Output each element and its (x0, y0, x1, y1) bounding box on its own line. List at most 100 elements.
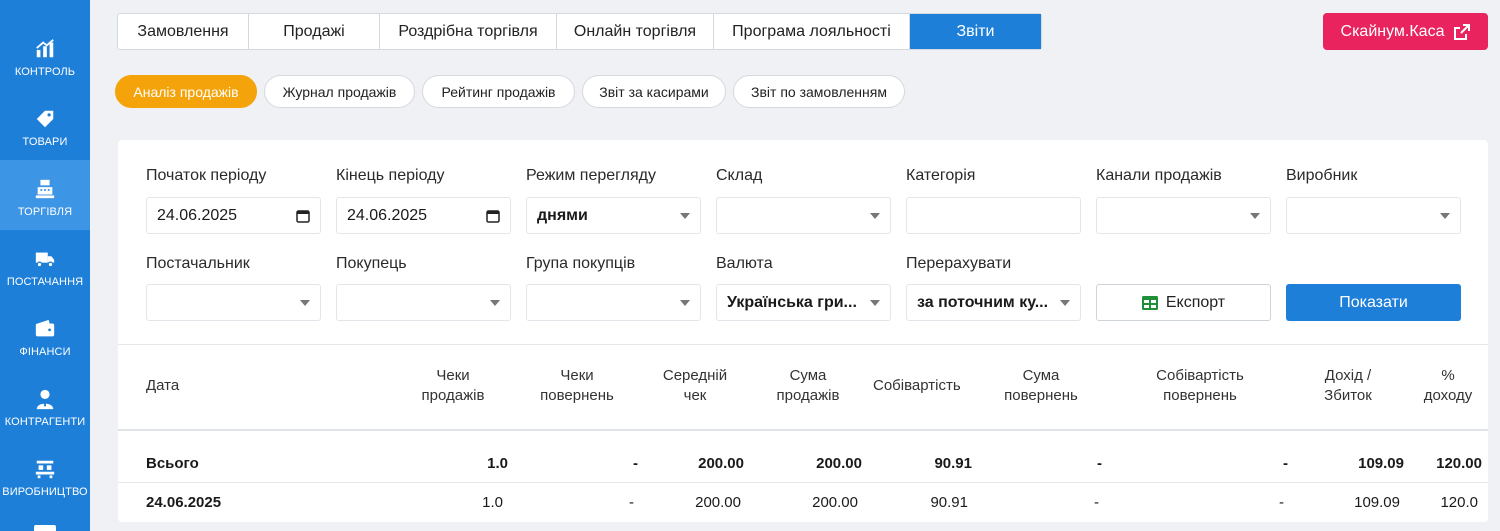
cash-register-icon (35, 179, 55, 199)
chevron-down-icon (490, 299, 500, 306)
column-header-sales-sum: Сума продажів (776, 367, 840, 404)
label-buyer: Покупець (336, 255, 407, 272)
sidebar-item-finance[interactable]: Фінанси (0, 300, 90, 370)
label-category: Категорія (906, 167, 976, 184)
label-recalc: Перерахувати (906, 255, 1012, 272)
row-date: 24.06.2025 (146, 494, 222, 511)
tab-loyalty[interactable]: Програма лояльності (714, 14, 910, 49)
label-supplier: Постачальник (146, 255, 250, 272)
more-icon (34, 525, 56, 531)
supplier-select[interactable] (146, 284, 321, 321)
column-header-avg-check: Середній чек (662, 367, 728, 404)
sidebar-item-production[interactable]: Виробництво (0, 440, 90, 510)
label-manufacturer: Виробник (1286, 167, 1358, 184)
subtab-sales-analysis[interactable]: Аналіз продажів (115, 75, 257, 108)
chevron-down-icon (1060, 299, 1070, 306)
calendar-icon (486, 209, 500, 223)
wallet-icon (35, 319, 55, 337)
total-cell: 90.91 (934, 455, 972, 472)
chevron-down-icon (1440, 212, 1450, 219)
divider (118, 344, 1488, 345)
sidebar-item-control[interactable]: Контроль (0, 20, 90, 90)
chevron-down-icon (680, 299, 690, 306)
tab-reports[interactable]: Звіти (910, 14, 1041, 49)
sidebar-item-label: Товари (22, 136, 68, 148)
recalc-value: за поточним ку... (917, 293, 1049, 311)
subtab-orders-report[interactable]: Звіт по замовленням (733, 75, 905, 108)
recalc-select[interactable]: за поточним ку... (906, 284, 1081, 321)
factory-icon (35, 460, 55, 479)
column-header-profit: Дохід / Збиток (1324, 367, 1372, 404)
tab-orders[interactable]: Замовлення (118, 14, 249, 49)
tab-sales[interactable]: Продажі (249, 14, 380, 49)
sidebar-item-label: Контрагенти (4, 416, 86, 428)
table-header-divider (118, 429, 1488, 431)
period-end-value: 24.06.2025 (347, 206, 428, 224)
report-panel: Початок періоду Кінець періоду Режим пер… (118, 140, 1488, 522)
subtab-cashier-report[interactable]: Звіт за касирами (582, 75, 726, 108)
truck-icon (35, 252, 55, 268)
column-header-profit-percent: % доходу (1423, 367, 1473, 404)
table-cell: - (1094, 494, 1099, 511)
total-cell: - (1283, 455, 1288, 472)
table-cell: - (629, 494, 634, 511)
channels-select[interactable] (1096, 197, 1271, 234)
total-cell: - (633, 455, 638, 472)
sidebar-item-trade[interactable]: Торгівля (0, 160, 90, 230)
export-button-label: Експорт (1165, 293, 1226, 311)
total-cell: 1.0 (487, 455, 508, 472)
spreadsheet-icon (1141, 295, 1158, 310)
buyer-group-select[interactable] (526, 284, 701, 321)
manufacturer-select[interactable] (1286, 197, 1461, 234)
label-currency: Валюта (716, 255, 773, 272)
sidebar-item-label: Постачання (6, 276, 84, 288)
table-cell: 200.00 (812, 494, 858, 511)
sidebar-item-label: Контроль (14, 66, 76, 78)
view-mode-select[interactable]: днями (526, 197, 701, 234)
label-period-end: Кінець періоду (336, 167, 445, 184)
chart-icon (36, 39, 54, 58)
sidebar-item-contractors[interactable]: Контрагенти (0, 370, 90, 440)
kasa-button[interactable]: Скайнум.Каса (1323, 13, 1488, 50)
period-start-input[interactable]: 24.06.2025 (146, 197, 321, 234)
total-cell: 120.00 (1436, 455, 1482, 472)
export-button[interactable]: Експорт (1096, 284, 1271, 321)
calendar-icon (296, 209, 310, 223)
label-warehouse: Склад (716, 167, 763, 184)
label-view-mode: Режим перегляду (526, 167, 656, 184)
person-icon (36, 389, 54, 410)
total-label: Всього (146, 455, 199, 472)
warehouse-select[interactable] (716, 197, 891, 234)
chevron-down-icon (680, 212, 690, 219)
subtab-sales-journal[interactable]: Журнал продажів (264, 75, 415, 108)
label-channels: Канали продажів (1096, 167, 1222, 184)
period-end-input[interactable]: 24.06.2025 (336, 197, 511, 234)
category-input[interactable] (906, 197, 1081, 234)
currency-select[interactable]: Українська гри... (716, 284, 891, 321)
table-cell: 200.00 (695, 494, 741, 511)
total-cell: 200.00 (698, 455, 744, 472)
total-cell: - (1097, 455, 1102, 472)
table-cell: 109.09 (1354, 494, 1400, 511)
subtab-sales-rating[interactable]: Рейтинг продажів (422, 75, 575, 108)
tag-icon (36, 110, 54, 128)
column-header-date: Дата (146, 377, 180, 394)
column-header-return-checks: Чеки повернень (540, 367, 614, 404)
tab-retail[interactable]: Роздрібна торгівля (380, 14, 557, 49)
kasa-button-label: Скайнум.Каса (1340, 22, 1445, 40)
sidebar-item-goods[interactable]: Товари (0, 90, 90, 160)
label-buyer-group: Група покупців (526, 255, 636, 272)
column-header-cost: Собівартість (873, 377, 961, 394)
total-cell: 200.00 (816, 455, 862, 472)
view-mode-value: днями (537, 206, 588, 224)
chevron-down-icon (1250, 212, 1260, 219)
sidebar-item-supply[interactable]: Постачання (0, 230, 90, 300)
show-button[interactable]: Показати (1286, 284, 1461, 321)
buyer-select[interactable] (336, 284, 511, 321)
tab-online[interactable]: Онлайн торгівля (557, 14, 714, 49)
sidebar-item-label: Виробництво (2, 486, 88, 498)
table-cell: 90.91 (930, 494, 968, 511)
table-cell: 1.0 (482, 494, 503, 511)
currency-value: Українська гри... (727, 293, 857, 311)
total-cell: 109.09 (1358, 455, 1404, 472)
